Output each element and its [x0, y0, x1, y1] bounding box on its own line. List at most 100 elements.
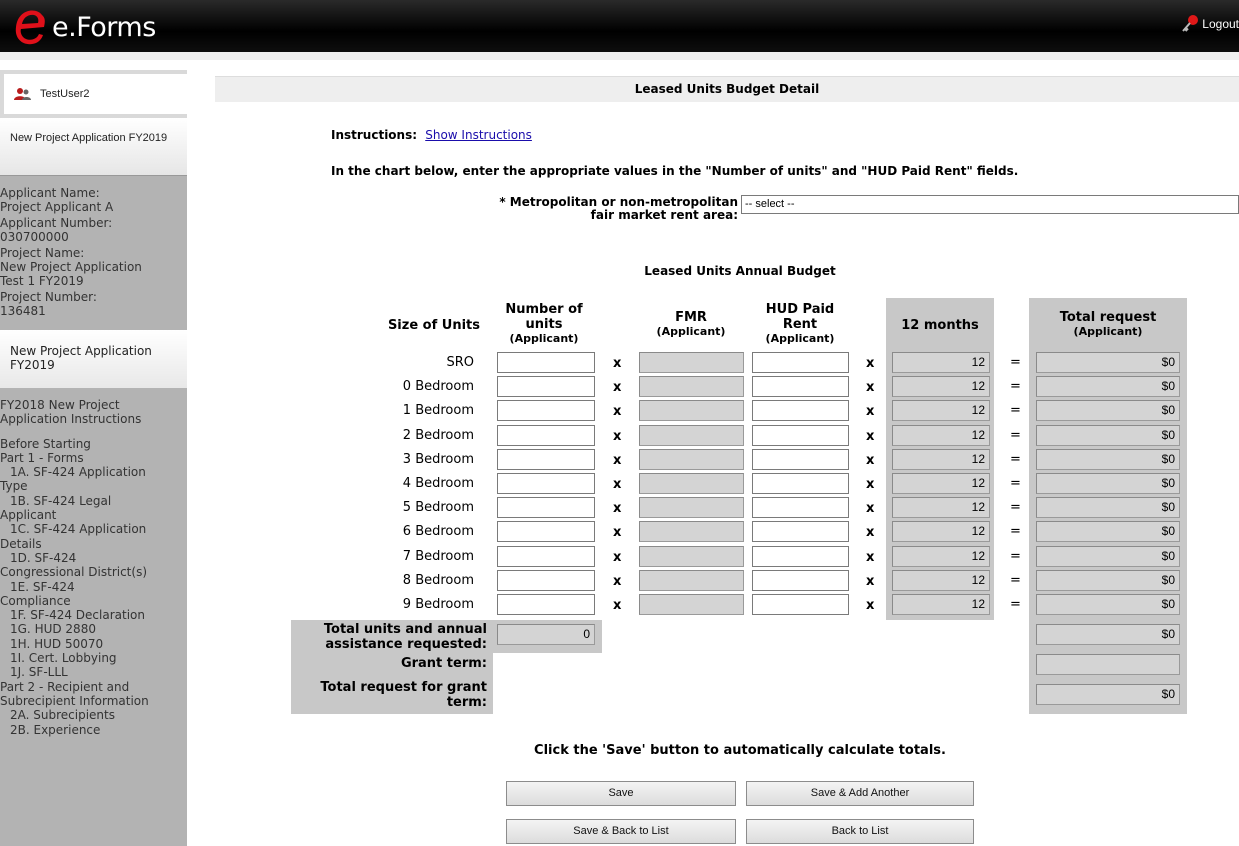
row-total-field: $0 — [1036, 473, 1180, 494]
units-input[interactable] — [497, 594, 595, 615]
project-name-line-1: New Project Application — [0, 260, 142, 274]
header-size: Size of Units — [387, 318, 480, 333]
header-total: Total request (Applicant) — [1029, 310, 1187, 338]
units-input[interactable] — [497, 521, 595, 542]
units-input[interactable] — [497, 352, 595, 373]
applicant-number: 030700000 — [0, 230, 69, 244]
nav-2a[interactable]: 2A. Subrecipients — [0, 708, 187, 722]
row-label: SRO — [446, 355, 474, 370]
nav-1f[interactable]: 1F. SF-424 Declaration — [0, 608, 187, 622]
project-name-label: Project Name: — [0, 246, 85, 260]
sidebar-nav: FY2018 New Project Application Instructi… — [0, 388, 187, 737]
multiply-sign: x — [866, 525, 875, 540]
rent-input[interactable] — [752, 473, 849, 494]
rent-input[interactable] — [752, 400, 849, 421]
multiply-sign: x — [613, 574, 622, 589]
save-back-button[interactable]: Save & Back to List — [506, 819, 736, 844]
row-label: 5 Bedroom — [402, 500, 474, 515]
units-input[interactable] — [497, 376, 595, 397]
nav-1e-cont[interactable]: Compliance — [0, 594, 187, 608]
sidebar-username: TestUser2 — [40, 88, 90, 100]
totals-units-label-line-2: assistance requested: — [325, 637, 487, 652]
nav-1d[interactable]: 1D. SF-424 — [0, 551, 187, 565]
row-label: 9 Bedroom — [402, 597, 474, 612]
equals-sign: = — [1010, 597, 1021, 612]
units-input[interactable] — [497, 546, 595, 567]
rent-input[interactable] — [752, 521, 849, 542]
sidebar-project-header-2[interactable]: New Project Application FY2019 — [0, 330, 187, 388]
nav-1g[interactable]: 1G. HUD 2880 — [0, 622, 187, 636]
app-title: e.Forms — [52, 11, 156, 43]
nav-1b[interactable]: 1B. SF-424 Legal — [0, 494, 187, 508]
save-add-another-button[interactable]: Save & Add Another — [746, 781, 974, 806]
nav-part2[interactable]: Part 2 - Recipient and — [0, 680, 187, 694]
rent-input[interactable] — [752, 425, 849, 446]
rent-input[interactable] — [752, 570, 849, 591]
multiply-sign: x — [613, 356, 622, 371]
equals-sign: = — [1010, 355, 1021, 370]
nav-1b-cont[interactable]: Applicant — [0, 508, 187, 522]
nav-before-starting[interactable]: Before Starting — [0, 437, 187, 451]
rent-input[interactable] — [752, 376, 849, 397]
multiply-sign: x — [613, 380, 622, 395]
show-instructions-link[interactable]: Show Instructions — [425, 128, 532, 142]
fmr-field — [639, 594, 744, 615]
rent-input[interactable] — [752, 546, 849, 567]
header-months: 12 months — [901, 318, 979, 333]
multiply-sign: x — [866, 501, 875, 516]
header-total-sub: (Applicant) — [1073, 325, 1143, 338]
nav-1i[interactable]: 1I. Cert. Lobbying — [0, 651, 187, 665]
nav-instructions-2[interactable]: Application Instructions — [0, 412, 187, 426]
back-to-list-button[interactable]: Back to List — [746, 819, 974, 844]
units-input[interactable] — [497, 400, 595, 421]
units-input[interactable] — [497, 425, 595, 446]
grant-total-field: $0 — [1036, 684, 1180, 705]
rent-input[interactable] — [752, 594, 849, 615]
nav-1c-cont[interactable]: Details — [0, 537, 187, 551]
grant-term-field — [1036, 654, 1180, 675]
multiply-sign: x — [866, 574, 875, 589]
save-button[interactable]: Save — [506, 781, 736, 806]
nav-part1[interactable]: Part 1 - Forms — [0, 451, 187, 465]
nav-1a[interactable]: 1A. SF-424 Application — [0, 465, 187, 479]
header-fmr-line: FMR — [675, 310, 707, 325]
sidebar-project-header[interactable]: New Project Application FY2019 — [0, 118, 187, 176]
row-label: 6 Bedroom — [402, 524, 474, 539]
logout-button[interactable]: Logout — [1181, 14, 1239, 34]
eforms-e-icon — [15, 10, 45, 45]
top-sub-bar — [0, 52, 1239, 60]
months-field: 12 — [892, 473, 990, 494]
multiply-sign: x — [613, 404, 622, 419]
chart-instruction: In the chart below, enter the appropriat… — [331, 164, 1019, 178]
rent-input[interactable] — [752, 497, 849, 518]
units-input[interactable] — [497, 497, 595, 518]
header-rent: HUD Paid Rent (Applicant) — [750, 302, 850, 345]
units-input[interactable] — [497, 570, 595, 591]
row-label: 2 Bedroom — [402, 428, 474, 443]
nav-1j[interactable]: 1J. SF-LLL — [0, 665, 187, 679]
months-field: 12 — [892, 376, 990, 397]
sidebar-user[interactable]: TestUser2 — [0, 70, 187, 118]
nav-instructions-1[interactable]: FY2018 New Project — [0, 398, 187, 412]
equals-sign: = — [1010, 428, 1021, 443]
nav-1a-cont[interactable]: Type — [0, 479, 187, 493]
fmr-area-select[interactable]: -- select -- — [741, 195, 1239, 214]
nav-2b[interactable]: 2B. Experience — [0, 723, 187, 737]
multiply-sign: x — [613, 501, 622, 516]
multiply-sign: x — [613, 477, 622, 492]
nav-part2-cont[interactable]: Subrecipient Information — [0, 694, 187, 708]
nav-1d-cont[interactable]: Congressional District(s) — [0, 565, 187, 579]
nav-1h[interactable]: 1H. HUD 50070 — [0, 637, 187, 651]
top-bar: e.Forms Logout — [0, 0, 1239, 52]
project-number-label: Project Number: — [0, 290, 97, 304]
units-input[interactable] — [497, 449, 595, 470]
nav-1e[interactable]: 1E. SF-424 — [0, 580, 187, 594]
rent-input[interactable] — [752, 352, 849, 373]
sidebar: TestUser2 New Project Application FY2019… — [0, 70, 187, 846]
multiply-sign: x — [613, 453, 622, 468]
sidebar-project-info: Applicant Name: Project Applicant A Appl… — [0, 176, 187, 322]
units-input[interactable] — [497, 473, 595, 494]
row-total-field: $0 — [1036, 570, 1180, 591]
rent-input[interactable] — [752, 449, 849, 470]
nav-1c[interactable]: 1C. SF-424 Application — [0, 522, 187, 536]
